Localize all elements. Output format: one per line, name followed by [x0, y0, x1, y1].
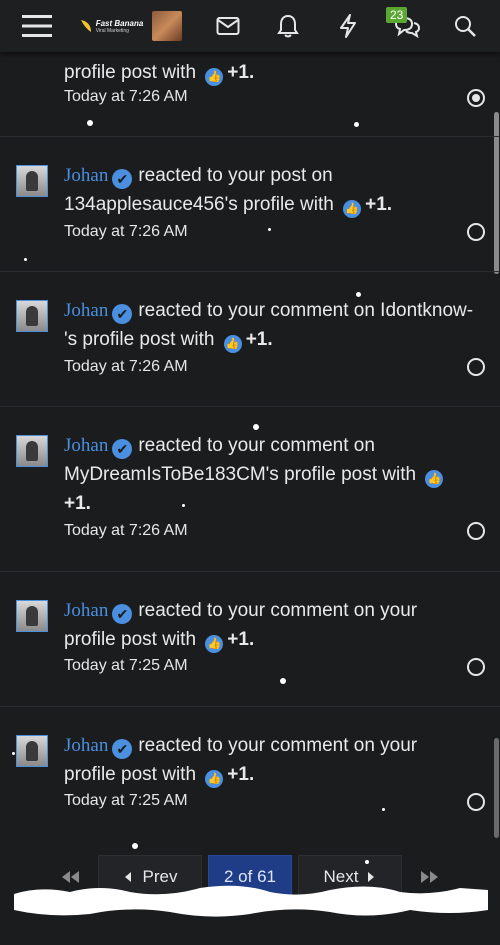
mark-read-toggle[interactable] [467, 522, 485, 540]
reaction-value: +1. [365, 194, 393, 215]
user-avatar-thumbnail[interactable] [16, 600, 48, 632]
mark-read-toggle[interactable] [467, 358, 485, 376]
username-link[interactable]: Johan [64, 735, 108, 756]
notification-text: Johan ✔ reacted to your comment on MyDream… [64, 431, 474, 518]
logo-brand-text: Fast Banana [95, 18, 144, 28]
user-avatar-thumbnail[interactable] [16, 300, 48, 332]
mark-read-toggle[interactable] [467, 223, 485, 241]
inbox-icon[interactable] [214, 0, 242, 52]
bell-icon[interactable] [274, 0, 302, 52]
top-navigation-bar: Fast Banana Viral Marketing 23 [0, 0, 500, 52]
snow-ground-decoration [14, 885, 488, 917]
notification-text: profile post with 👍 +1. [64, 58, 474, 87]
reaction-value: +1. [64, 493, 91, 514]
snowflake [280, 678, 286, 684]
snowflake [354, 122, 359, 127]
notification-time: Today at 7:25 AM [64, 792, 188, 809]
notification-item[interactable]: Johan ✔ reacted to your comment on your pr… [0, 707, 500, 841]
snowflake [24, 258, 27, 261]
user-avatar-thumbnail[interactable] [16, 165, 48, 197]
reaction-value: +1. [227, 629, 255, 650]
snowflake [87, 120, 93, 126]
notification-time: Today at 7:26 AM [64, 88, 188, 105]
notification-time: Today at 7:25 AM [64, 657, 188, 674]
like-reaction-icon: 👍 [425, 470, 444, 488]
notification-item[interactable]: Johan ✔ reacted to your comment on your pr… [0, 572, 500, 707]
notification-time: Today at 7:26 AM [64, 522, 188, 539]
like-reaction-icon: 👍 [205, 770, 224, 788]
snowflake [253, 424, 259, 430]
notification-item[interactable]: Johan ✔ reacted to your comment on MyDream… [0, 407, 500, 572]
username-link[interactable]: Johan [64, 600, 108, 621]
like-reaction-icon: 👍 [343, 200, 362, 218]
reaction-value: +1. [245, 329, 273, 350]
conversation-count-badge: 23 [386, 7, 408, 23]
snowflake [356, 292, 361, 297]
verified-badge-icon: ✔ [112, 604, 133, 624]
notification-item[interactable]: Johan ✔ reacted to your comment on Idontkn… [0, 272, 500, 407]
notification-text: Johan ✔ reacted to your comment on your pr… [64, 596, 474, 654]
verified-badge-icon: ✔ [112, 169, 133, 189]
snowflake [182, 504, 185, 507]
verified-badge-icon: ✔ [112, 439, 133, 459]
search-icon[interactable] [450, 0, 480, 52]
user-avatar-thumbnail[interactable] [16, 435, 48, 467]
username-link[interactable]: Johan [64, 435, 108, 456]
snowflake [382, 808, 385, 811]
notification-text: Johan ✔ reacted to your post on 134applesa… [64, 161, 474, 219]
mark-read-toggle[interactable] [467, 793, 485, 811]
like-reaction-icon: 👍 [205, 635, 224, 653]
notification-text: Johan ✔ reacted to your comment on your pr… [64, 731, 474, 789]
notification-item[interactable]: profile post with 👍 +1. Today at 7:26 AM [0, 52, 500, 137]
site-logo[interactable]: Fast Banana Viral Marketing [78, 0, 144, 52]
banana-logo-icon [80, 20, 91, 32]
snowflake [365, 860, 369, 864]
snowflake [132, 843, 138, 849]
logo-tagline: Viral Marketing [95, 27, 129, 34]
mark-read-toggle[interactable] [467, 658, 485, 676]
snowflake [12, 752, 15, 755]
like-reaction-icon: 👍 [223, 335, 242, 353]
hamburger-menu-icon[interactable] [20, 0, 54, 52]
notification-text: Johan ✔ reacted to your comment on Idontkn… [64, 296, 474, 354]
username-link[interactable]: Johan [64, 300, 108, 321]
like-reaction-icon: 👍 [205, 68, 224, 86]
snowflake [268, 228, 271, 231]
notification-item[interactable]: Johan ✔ reacted to your post on 134applesa… [0, 137, 500, 272]
notification-action: profile post with [64, 62, 197, 83]
lightning-bolt-icon[interactable] [334, 0, 362, 52]
notification-time: Today at 7:26 AM [64, 358, 188, 375]
notification-time: Today at 7:26 AM [64, 223, 188, 240]
user-avatar-thumbnail[interactable] [16, 735, 48, 767]
reaction-value: +1. [227, 764, 255, 785]
user-avatar[interactable] [152, 0, 182, 52]
verified-badge-icon: ✔ [112, 739, 133, 759]
mark-read-toggle[interactable] [467, 89, 485, 107]
username-link[interactable]: Johan [64, 165, 108, 186]
verified-badge-icon: ✔ [112, 304, 133, 324]
reaction-value: +1. [227, 62, 255, 83]
